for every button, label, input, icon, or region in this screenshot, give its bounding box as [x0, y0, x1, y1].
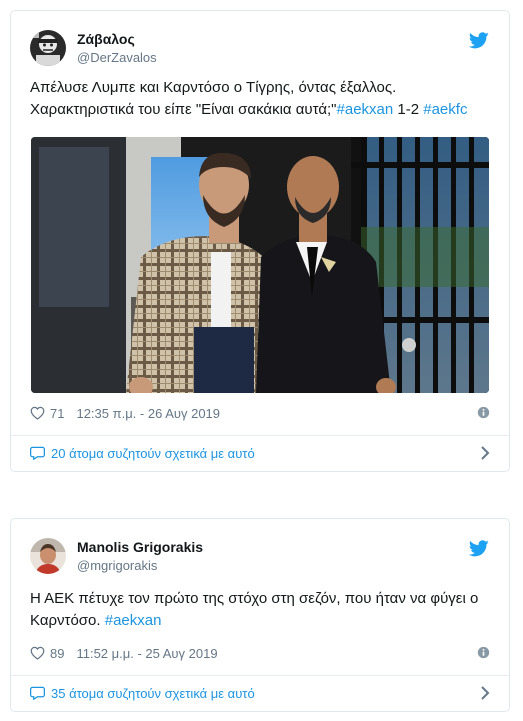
display-name[interactable]: Ζάβαλος: [77, 31, 135, 47]
tweet-text: Απέλυσε Λυμπε και Καρντόσο ο Τίγρης, όντ…: [30, 77, 490, 121]
chevron-right-icon[interactable]: [480, 685, 490, 701]
tweet-meta: 71 12:35 π.μ. - 26 Αυγ 2019: [30, 403, 490, 423]
tweet-text-segment: 1-2: [393, 101, 424, 118]
hashtag-link[interactable]: #aekxan: [105, 612, 162, 629]
tweet-text-line: Χαρακτηριστικά του είπε "Είναι σακάκια α…: [30, 99, 490, 121]
tweet-photo[interactable]: [31, 137, 489, 393]
username[interactable]: @mgrigorakis: [77, 558, 157, 573]
tweet-text-line: Απέλυσε Λυμπε και Καρντόσο ο Τίγρης, όντ…: [30, 79, 397, 96]
avatar[interactable]: [30, 538, 66, 574]
reply-bubble-icon: [30, 686, 45, 700]
info-icon[interactable]: [477, 406, 490, 419]
display-name[interactable]: Manolis Grigorakis: [77, 539, 203, 555]
conversation-link[interactable]: 20 άτομα συζητούν σχετικά με αυτό: [30, 443, 490, 463]
reply-bubble-icon: [30, 446, 45, 460]
tweet-text-segment: Καρντόσο.: [30, 612, 105, 629]
tweet-meta: 89 11:52 μ.μ. - 25 Αυγ 2019: [30, 643, 490, 663]
tweet-card[interactable]: Manolis Grigorakis @mgrigorakis Η ΑΕΚ πέ…: [10, 518, 510, 712]
divider: [11, 675, 509, 676]
hashtag-link[interactable]: #aekfc: [423, 101, 467, 118]
heart-icon[interactable]: [30, 406, 45, 420]
info-icon[interactable]: [477, 646, 490, 659]
tweet-header: Ζάβαλος @DerZavalos: [11, 11, 509, 69]
avatar[interactable]: [30, 30, 66, 66]
hashtag-link[interactable]: #aekxan: [337, 101, 394, 118]
timestamp[interactable]: 11:52 μ.μ. - 25 Αυγ 2019: [76, 646, 217, 661]
tweet-card[interactable]: Ζάβαλος @DerZavalos Απέλυσε Λυμπε και Κα…: [10, 10, 510, 472]
twitter-bird-icon[interactable]: [468, 540, 489, 557]
chevron-right-icon[interactable]: [480, 445, 490, 461]
like-count[interactable]: 89: [50, 646, 64, 661]
conversation-link[interactable]: 35 άτομα συζητούν σχετικά με αυτό: [30, 683, 490, 703]
tweet-text-line: Η ΑΕΚ πέτυχε τον πρώτο της στόχο στη σεζ…: [30, 590, 479, 607]
username[interactable]: @DerZavalos: [77, 50, 157, 65]
heart-icon[interactable]: [30, 646, 45, 660]
divider: [11, 435, 509, 436]
tweet-text: Η ΑΕΚ πέτυχε τον πρώτο της στόχο στη σεζ…: [30, 588, 490, 632]
like-count[interactable]: 71: [50, 406, 64, 421]
conversation-label[interactable]: 35 άτομα συζητούν σχετικά με αυτό: [51, 686, 255, 701]
twitter-bird-icon[interactable]: [468, 32, 489, 49]
timestamp[interactable]: 12:35 π.μ. - 26 Αυγ 2019: [76, 406, 220, 421]
tweet-header: Manolis Grigorakis @mgrigorakis: [11, 519, 509, 577]
conversation-label[interactable]: 20 άτομα συζητούν σχετικά με αυτό: [51, 446, 255, 461]
tweet-text-line: Καρντόσο. #aekxan: [30, 610, 490, 632]
tweet-text-segment: Χαρακτηριστικά του είπε "Είναι σακάκια α…: [30, 101, 337, 118]
